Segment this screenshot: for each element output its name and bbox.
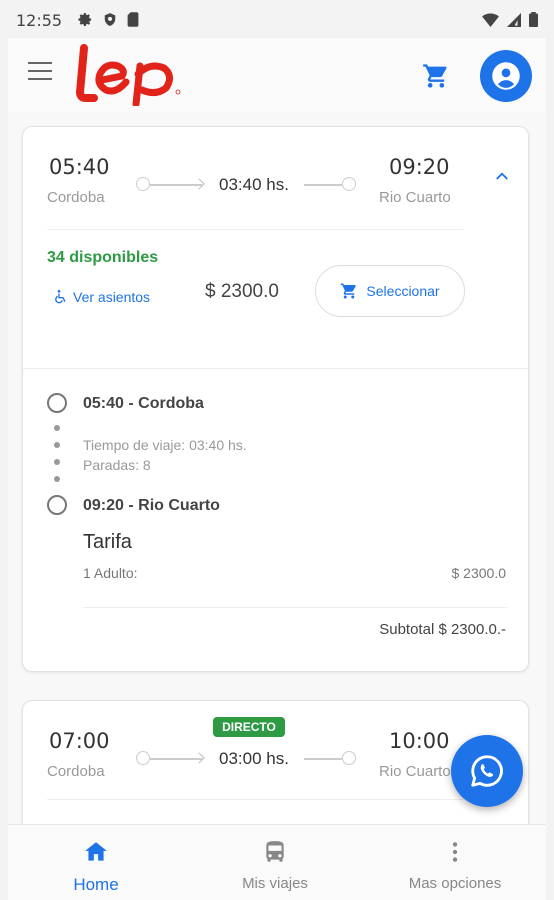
route-end-dot [342, 751, 356, 765]
account-icon [492, 62, 520, 90]
cart-icon [341, 283, 357, 299]
divider [83, 607, 507, 608]
depart-time: 05:40 [49, 155, 110, 179]
subtotal: Subtotal $ 2300.0.- [379, 621, 506, 638]
nav-my-trips[interactable]: Mis viajes [205, 839, 345, 892]
status-bar: 12:55 [0, 0, 554, 38]
divider [47, 229, 463, 230]
divider [47, 799, 463, 800]
bus-icon [266, 841, 284, 862]
depart-city: Cordoba [47, 763, 105, 780]
more-vert-icon [452, 842, 458, 862]
whatsapp-fab[interactable] [451, 735, 523, 807]
menu-icon-line [28, 62, 52, 64]
fare-label: 1 Adulto: [83, 565, 138, 581]
status-time: 12:55 [16, 11, 63, 30]
sim-card-icon [127, 12, 139, 27]
stop-dot [54, 459, 60, 465]
status-icons-right [482, 12, 538, 27]
nav-my-trips-label: Mis viajes [242, 875, 308, 892]
view-seats-label: Ver asientos [73, 289, 151, 305]
wheelchair-icon [55, 290, 66, 304]
status-icons-left [78, 12, 139, 27]
route-line [304, 184, 342, 186]
trip-duration: 03:00 hs. [219, 749, 289, 768]
cart-icon[interactable] [422, 62, 450, 90]
app-bar [8, 38, 546, 112]
depart-city: Cordoba [47, 189, 105, 206]
route-end-dot [342, 177, 356, 191]
stops-count: Paradas: 8 [83, 457, 151, 473]
arrive-city: Rio Cuarto [379, 189, 451, 206]
menu-icon-line [28, 70, 52, 72]
account-avatar[interactable] [480, 50, 532, 102]
availability-text: 34 disponibles [47, 249, 159, 266]
fare-title: Tarifa [83, 531, 132, 553]
stop-dot [54, 476, 60, 482]
battery-icon [529, 12, 538, 27]
direct-badge: DIRECTO [213, 717, 285, 737]
home-icon [85, 842, 107, 861]
nav-home-label: Home [73, 875, 119, 894]
signal-icon [507, 12, 521, 27]
shield-icon [104, 13, 116, 26]
bottom-nav: Home Mis viajes Mas opciones [8, 824, 546, 900]
stop-dot [54, 442, 60, 448]
destination-stop-circle [47, 495, 67, 515]
trip-list[interactable]: 05:40 Cordoba 03:40 hs. 09:20 Rio Cuarto… [8, 112, 546, 824]
menu-icon-line [28, 78, 52, 80]
route-line [304, 758, 342, 760]
select-button[interactable]: Seleccionar [315, 265, 465, 317]
settings-icon [78, 13, 92, 26]
arrive-time: 10:00 [389, 729, 450, 753]
trip-price: $ 2300.0 [205, 281, 279, 302]
menu-button[interactable] [28, 62, 56, 86]
destination-stop: 09:20 - Rio Cuarto [83, 497, 220, 514]
route-start-dot [136, 177, 150, 191]
stop-dot [54, 425, 60, 431]
depart-time: 07:00 [49, 729, 110, 753]
origin-stop: 05:40 - Cordoba [83, 395, 204, 412]
select-label: Seleccionar [366, 283, 440, 299]
arrive-city: Rio Cuarto [379, 763, 451, 780]
travel-time: Tiempo de viaje: 03:40 hs. [83, 437, 247, 453]
arrive-time: 09:20 [389, 155, 450, 179]
origin-stop-circle [47, 393, 67, 413]
fare-value: $ 2300.0 [451, 565, 507, 581]
nav-home[interactable]: Home [26, 839, 166, 895]
route-arrow-icon [193, 752, 205, 764]
divider [23, 368, 528, 369]
route-start-dot [136, 751, 150, 765]
route-arrow-icon [193, 178, 205, 190]
whatsapp-icon [471, 755, 503, 787]
lep-logo [76, 44, 181, 106]
trip-duration: 03:40 hs. [219, 175, 289, 194]
nav-more-options-label: Mas opciones [408, 875, 502, 892]
trip-card[interactable]: 05:40 Cordoba 03:40 hs. 09:20 Rio Cuarto… [22, 126, 529, 672]
chevron-up-icon[interactable] [493, 167, 511, 185]
nav-more-options[interactable]: Mas opciones [385, 839, 525, 892]
wifi-icon [482, 13, 499, 27]
view-seats-link[interactable]: Ver asientos [53, 289, 150, 305]
